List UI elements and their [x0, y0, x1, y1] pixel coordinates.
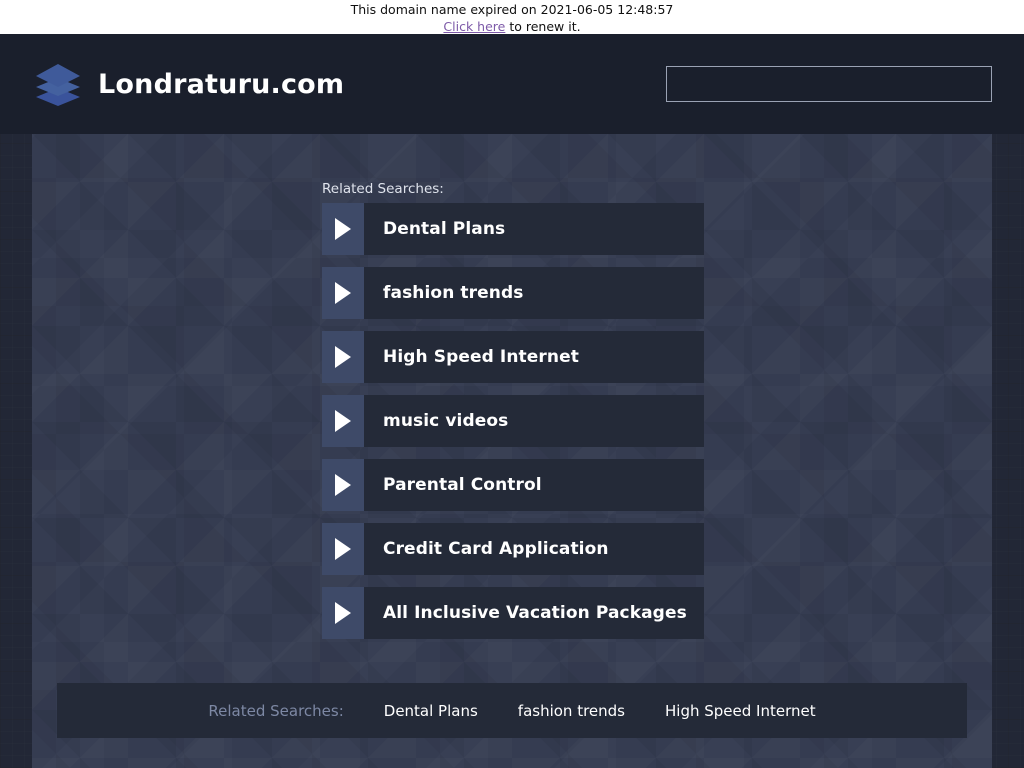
renew-suffix-text: to renew it.: [505, 19, 581, 34]
related-searches-heading: Related Searches:: [322, 181, 444, 197]
list-item-label: High Speed Internet: [383, 347, 579, 367]
renew-line: Click here to renew it.: [0, 18, 1024, 35]
play-triangle-icon: [322, 395, 364, 447]
list-item[interactable]: High Speed Internet: [322, 331, 704, 383]
expiry-message: This domain name expired on 2021-06-05 1…: [350, 2, 674, 17]
footer-link[interactable]: High Speed Internet: [665, 702, 816, 720]
search-input[interactable]: [666, 66, 992, 102]
renew-link[interactable]: Click here: [443, 19, 505, 34]
list-item[interactable]: Credit Card Application: [322, 523, 704, 575]
play-triangle-icon: [322, 523, 364, 575]
list-item-label: fashion trends: [383, 283, 524, 303]
footer-link[interactable]: fashion trends: [518, 702, 625, 720]
list-item[interactable]: All Inclusive Vacation Packages: [322, 587, 704, 639]
list-item-label: All Inclusive Vacation Packages: [383, 603, 687, 623]
site-title: Londraturu.com: [98, 68, 345, 100]
domain-expiry-notice: This domain name expired on 2021-06-05 1…: [0, 0, 1024, 34]
list-item-label: Credit Card Application: [383, 539, 609, 559]
play-triangle-icon: [322, 267, 364, 319]
list-item-label: Dental Plans: [383, 219, 506, 239]
play-triangle-icon: [322, 203, 364, 255]
main-content-panel: Related Searches: Dental Plans fashion t…: [32, 134, 992, 768]
stacked-layers-icon: [36, 64, 80, 106]
footer-link[interactable]: Dental Plans: [384, 702, 478, 720]
list-item[interactable]: Parental Control: [322, 459, 704, 511]
play-triangle-icon: [322, 459, 364, 511]
play-triangle-icon: [322, 331, 364, 383]
list-item[interactable]: fashion trends: [322, 267, 704, 319]
list-item[interactable]: music videos: [322, 395, 704, 447]
brand-area[interactable]: Londraturu.com: [32, 58, 344, 110]
list-item-label: music videos: [383, 411, 509, 431]
list-item-label: Parental Control: [383, 475, 542, 495]
list-item[interactable]: Dental Plans: [322, 203, 704, 255]
site-header: Londraturu.com: [0, 34, 1024, 134]
related-searches-list: Dental Plans fashion trends High Speed I…: [322, 203, 704, 651]
footer-related-searches-bar: Related Searches: Dental Plans fashion t…: [57, 683, 967, 738]
play-triangle-icon: [322, 587, 364, 639]
footer-related-label: Related Searches:: [208, 701, 344, 720]
